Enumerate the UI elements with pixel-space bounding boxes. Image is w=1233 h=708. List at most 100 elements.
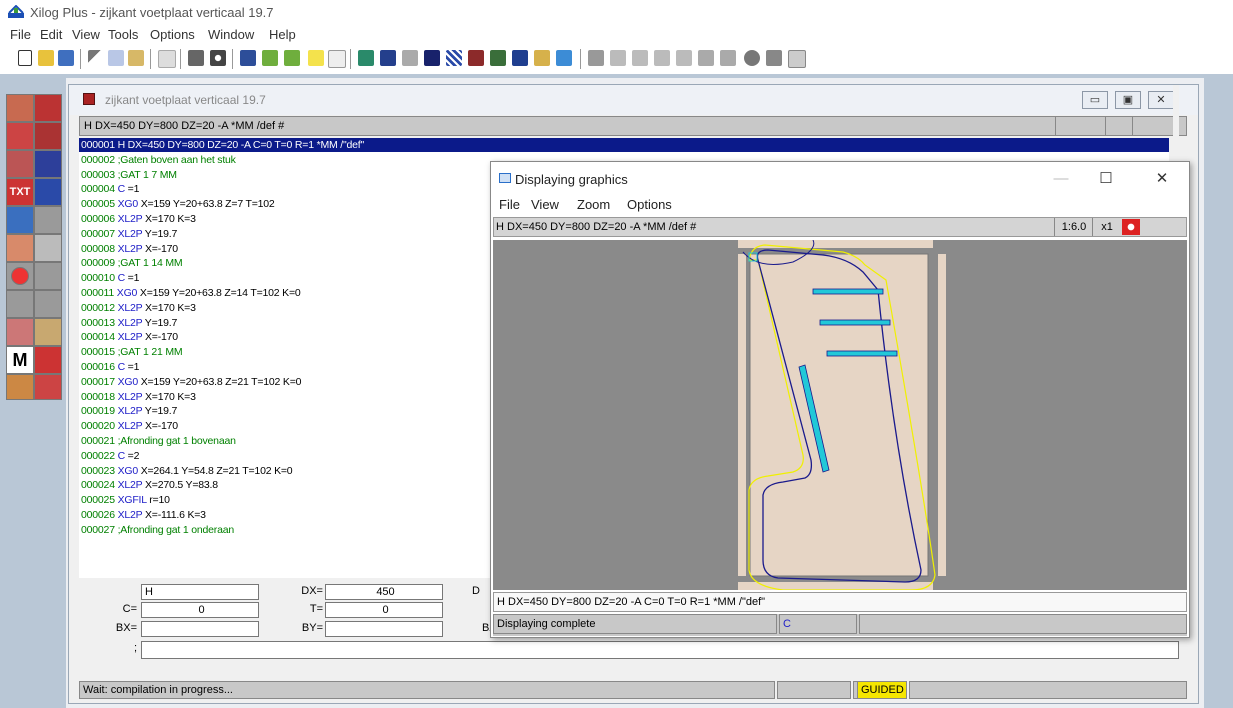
code-line[interactable]: 000005 XG0 X=159 Y=20+63.8 Z=7 T=102	[81, 197, 275, 211]
by-field[interactable]	[325, 621, 443, 637]
hatch-icon[interactable]	[446, 50, 462, 66]
menu-help[interactable]: Help	[269, 27, 296, 42]
stop-icon[interactable]	[744, 50, 760, 66]
graphics-menu-file[interactable]: File	[499, 197, 520, 212]
palette-line-icon[interactable]	[34, 150, 62, 178]
palette-routing-icon[interactable]	[6, 150, 34, 178]
code-line[interactable]: 000022 C =2	[81, 449, 139, 463]
monitor-icon[interactable]	[240, 50, 256, 66]
palette-magic-icon[interactable]	[34, 346, 62, 374]
graphics-menu-zoom[interactable]: Zoom	[577, 197, 610, 212]
menu-options[interactable]: Options	[150, 27, 195, 42]
code-line[interactable]: 000006 XL2P X=170 K=3	[81, 212, 196, 226]
palette-panel-icon[interactable]	[6, 94, 34, 122]
compile-icon[interactable]	[262, 50, 278, 66]
dx-field[interactable]: 450	[325, 584, 443, 600]
editor-restore-button[interactable]: ▣	[1115, 91, 1141, 109]
editor-minimize-button[interactable]: ▭	[1082, 91, 1108, 109]
list-icon[interactable]	[512, 50, 528, 66]
c-field[interactable]: 0	[141, 602, 259, 618]
code-line[interactable]: 000019 XL2P Y=19.7	[81, 404, 177, 418]
program-header-bar[interactable]: H DX=450 DY=800 DZ=20 -A *MM /def #	[79, 116, 1187, 136]
code-line[interactable]: 000012 XL2P X=170 K=3	[81, 301, 196, 315]
menu-tools[interactable]: Tools	[108, 27, 138, 42]
table-icon[interactable]	[424, 50, 440, 66]
optimize-icon[interactable]	[556, 50, 572, 66]
code-line[interactable]: 000013 XL2P Y=19.7	[81, 316, 177, 330]
code-line[interactable]: 000027 ;Afronding gat 1 onderaan	[81, 523, 234, 537]
code-line[interactable]: 000010 C =1	[81, 271, 139, 285]
editor-close-button[interactable]: ✕	[1148, 91, 1174, 109]
undo-icon[interactable]	[158, 50, 176, 68]
graphics-minimize-button[interactable]: —	[1046, 168, 1076, 190]
zoom-fit-icon[interactable]	[1122, 219, 1140, 235]
palette-point-icon[interactable]	[11, 267, 29, 285]
code-line[interactable]: 000018 XL2P X=170 K=3	[81, 390, 196, 404]
palette-std-tool-icon[interactable]	[34, 318, 62, 346]
code-line[interactable]: 000002 ;Gaten boven aan het stuk	[81, 153, 236, 167]
brush-icon[interactable]	[534, 50, 550, 66]
palette-text-icon[interactable]: TXT	[6, 178, 34, 206]
palette-edge-icon[interactable]	[34, 234, 62, 262]
palette-drill-vertical-icon[interactable]	[6, 122, 34, 150]
code-line[interactable]: 000016 C =1	[81, 360, 139, 374]
code-line[interactable]: 000017 XG0 X=159 Y=20+63.8 Z=21 T=102 K=…	[81, 375, 301, 389]
context-help-icon[interactable]	[328, 50, 346, 68]
compile-all-icon[interactable]	[284, 50, 300, 66]
code-line[interactable]: 000014 XL2P X=-170	[81, 330, 178, 344]
code-line[interactable]: 000023 XG0 X=264.1 Y=54.8 Z=21 T=102 K=0	[81, 464, 293, 478]
machine-icon[interactable]	[358, 50, 374, 66]
bx-field[interactable]	[141, 621, 259, 637]
t-field[interactable]: 0	[325, 602, 443, 618]
help-icon[interactable]	[308, 50, 324, 66]
graphics-scale[interactable]: 1:6.0	[1054, 218, 1093, 236]
graphics-menu-view[interactable]: View	[531, 197, 559, 212]
comment-field[interactable]	[141, 641, 1179, 659]
graphics-canvas[interactable]	[493, 239, 1187, 591]
paste-icon[interactable]	[128, 50, 144, 66]
code-line[interactable]: 000001 H DX=450 DY=800 DZ=20 -A C=0 T=0 …	[79, 138, 1169, 152]
palette-std-icon[interactable]	[6, 318, 34, 346]
print-icon[interactable]	[188, 50, 204, 66]
open-folder-icon[interactable]	[38, 50, 54, 66]
code-line[interactable]: 000009 ;GAT 1 14 MM	[81, 256, 183, 270]
grid-icon[interactable]	[402, 50, 418, 66]
code-line[interactable]: 000021 ;Afronding gat 1 bovenaan	[81, 434, 236, 448]
code-line[interactable]: 000026 XL2P X=-111.6 K=3	[81, 508, 206, 522]
code-line[interactable]: 000007 XL2P Y=19.7	[81, 227, 177, 241]
menu-window[interactable]: Window	[208, 27, 254, 42]
code-line[interactable]: 000011 XG0 X=159 Y=20+63.8 Z=14 T=102 K=…	[81, 286, 301, 300]
palette-arrow-down-icon[interactable]	[34, 94, 62, 122]
report-icon[interactable]	[788, 50, 806, 68]
settings-gear-icon[interactable]	[210, 50, 226, 66]
palette-door-icon[interactable]	[6, 374, 34, 400]
menu-edit[interactable]: Edit	[40, 27, 62, 42]
graphics-maximize-button[interactable]: ☐	[1091, 168, 1121, 190]
graphics-multiplier[interactable]: x1	[1092, 218, 1121, 236]
code-line[interactable]: 000004 C =1	[81, 182, 139, 196]
new-file-icon[interactable]	[18, 50, 32, 66]
calc-icon[interactable]	[490, 50, 506, 66]
code-line[interactable]: 000024 XL2P X=270.5 Y=83.8	[81, 478, 218, 492]
panel-view-icon[interactable]	[380, 50, 396, 66]
palette-cut-icon[interactable]	[6, 234, 34, 262]
graphics-close-button[interactable]: ✕	[1147, 168, 1177, 190]
palette-macro-icon[interactable]: M	[6, 346, 34, 374]
palette-arc-icon[interactable]	[34, 374, 62, 400]
copy-icon[interactable]	[108, 50, 124, 66]
palette-layers-icon[interactable]	[34, 178, 62, 206]
code-line[interactable]: 000020 XL2P X=-170	[81, 419, 178, 433]
tool-icon[interactable]	[468, 50, 484, 66]
palette-saw-icon[interactable]	[6, 206, 34, 234]
menu-view[interactable]: View	[72, 27, 100, 42]
cut-icon[interactable]	[88, 50, 104, 66]
code-line[interactable]: 000015 ;GAT 1 21 MM	[81, 345, 183, 359]
graphics-menu-options[interactable]: Options	[627, 197, 672, 212]
code-line[interactable]: 000025 XGFIL r=10	[81, 493, 170, 507]
code-line[interactable]: 000003 ;GAT 1 7 MM	[81, 168, 177, 182]
palette-drill-horizontal-icon[interactable]	[34, 122, 62, 150]
pin-icon[interactable]	[766, 50, 782, 66]
h-field[interactable]: H	[141, 584, 259, 600]
code-line[interactable]: 000008 XL2P X=-170	[81, 242, 178, 256]
menu-file[interactable]: File	[10, 27, 31, 42]
